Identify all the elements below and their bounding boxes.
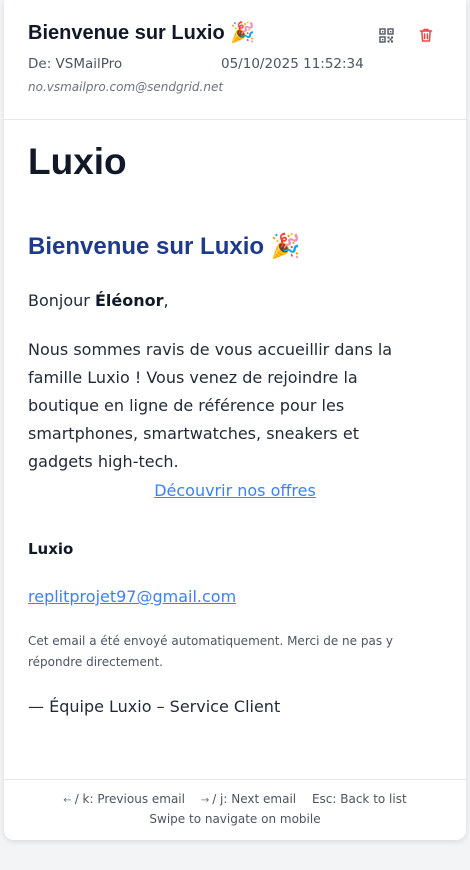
back-to-list-hint: Esc: Back to list [311, 792, 407, 806]
arrow-right-icon: → [200, 795, 210, 806]
swipe-hint: Swipe to navigate on mobile [149, 812, 321, 826]
recipient-name: Éléonor [94, 291, 164, 310]
offers-link[interactable]: Découvrir nos offres [4, 481, 466, 500]
email-sender: De: VSMailPro [28, 56, 123, 72]
next-email-hint: → / j: Next email [201, 792, 296, 806]
intro-paragraph: Nous sommes ravis de vous accueillir dan… [28, 340, 393, 471]
brand-title: Luxio [28, 141, 127, 182]
welcome-heading: Bienvenue sur Luxio 🎉 [28, 233, 301, 260]
email-header: Bienvenue sur Luxio 🎉 De: VSMailPro 05/1… [4, 0, 466, 120]
sender-address: no.vsmailpro.com@sendgrid.net [28, 80, 224, 94]
offers-link-label[interactable]: Découvrir nos offres [154, 481, 316, 500]
next-email-hint-text: / j: Next email [212, 792, 297, 806]
prev-email-hint-text: / k: Previous email [74, 792, 185, 806]
auto-email-notice: Cet email a été envoyé automatiquement. … [28, 634, 393, 669]
email-subject: Bienvenue sur Luxio 🎉 [28, 22, 256, 44]
trash-icon [419, 28, 433, 42]
team-signature: — Équipe Luxio – Service Client [28, 697, 281, 716]
greeting-prefix: Bonjour [28, 291, 95, 310]
qr-code-button[interactable] [375, 24, 397, 46]
prev-email-hint: ← / k: Previous email [63, 792, 185, 806]
delete-button[interactable] [415, 24, 437, 46]
shortcut-hints: ← / k: Previous email → / j: Next email Es… [4, 792, 466, 806]
signature-brand: Luxio [28, 540, 74, 558]
keyboard-hints-footer: ← / k: Previous email → / j: Next email Es… [4, 779, 466, 840]
qr-code-icon [378, 27, 394, 43]
greeting: Bonjour Éléonor, [28, 291, 169, 310]
arrow-left-icon: ← [63, 795, 72, 806]
email-date: 05/10/2025 11:52:34 [221, 56, 364, 72]
email-viewer: Bienvenue sur Luxio 🎉 De: VSMailPro 05/1… [4, 0, 466, 840]
greeting-suffix: , [163, 291, 169, 310]
contact-email-link[interactable]: replitprojet97@gmail.com [28, 587, 236, 606]
